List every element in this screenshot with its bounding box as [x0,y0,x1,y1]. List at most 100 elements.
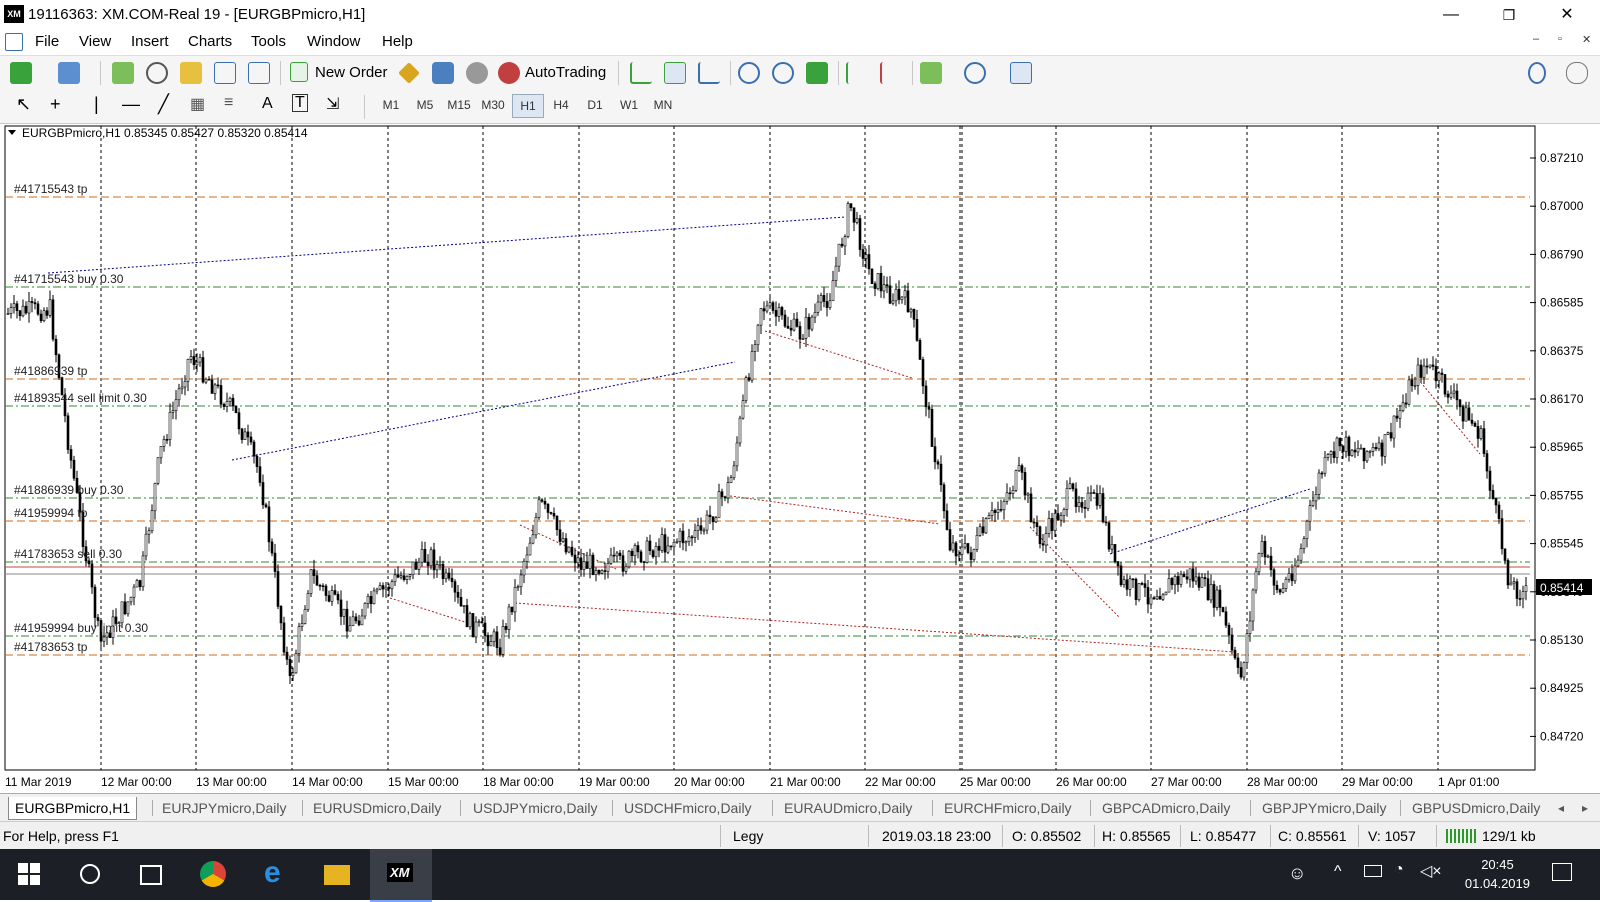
periods-icon[interactable] [964,62,986,84]
zoom-in-icon[interactable] [738,62,760,84]
tab-usdchfmicro-daily[interactable]: USDCHFmicro,Daily [624,797,752,819]
text-icon[interactable]: A [262,95,273,113]
candle-body [1458,399,1462,408]
candle-body [1434,366,1438,382]
candle-body [411,561,415,575]
edge-icon[interactable]: e [264,858,290,888]
arrows-icon[interactable]: ⇲ [326,94,339,114]
timeframe-h1[interactable]: H1 [512,94,544,118]
price-chart[interactable]: 0.87210 0.87000 0.86790 0.86585 0.86375 0.861… [0,124,1600,792]
data-window-icon[interactable] [146,62,168,84]
candle-body [882,284,886,292]
tab-scroll-right-icon[interactable]: ▸ [1582,797,1588,819]
menu-file[interactable]: File [35,33,59,50]
candle-body [1311,500,1315,506]
autotrading-button[interactable]: AutoTrading [525,64,606,81]
profiles-icon[interactable] [58,62,80,84]
candlestick-icon[interactable] [664,62,686,84]
new-order-button[interactable]: New Order [315,64,388,81]
timeframe-m30[interactable]: M30 [478,98,508,112]
candle-body [777,307,781,317]
cursor-icon[interactable]: ↖ [16,94,31,115]
chart-shift-icon[interactable] [880,62,902,84]
navigator-icon[interactable] [180,62,202,84]
market-watch-icon[interactable] [112,62,134,84]
templates-icon[interactable] [1010,62,1032,84]
menu-charts[interactable]: Charts [188,33,232,50]
candle-body [867,254,871,270]
tab-gbpusdmicro-daily[interactable]: GBPUSDmicro,Daily [1412,797,1540,819]
timeframe-m5[interactable]: M5 [410,98,440,112]
vertical-line-icon[interactable]: | [94,94,99,115]
mdi-close-button[interactable]: ✕ [1582,33,1591,46]
task-view-icon[interactable] [140,865,162,885]
candle-body [1251,589,1255,622]
candle-body [1521,591,1525,600]
tab-eurchfmicro-daily[interactable]: EURCHFmicro,Daily [944,797,1072,819]
horizontal-line-icon[interactable]: — [122,94,140,115]
terminal-icon[interactable] [214,62,236,84]
tile-windows-icon[interactable] [806,62,828,84]
volume-icon[interactable]: ◁× [1420,861,1442,881]
channels-icon[interactable]: ▦ [190,94,205,114]
chart-window-icon[interactable] [5,33,23,51]
price-tick-label: 0.86170 [1540,392,1584,406]
close-button[interactable]: ✕ [1544,0,1590,30]
new-order-icon[interactable] [290,62,308,82]
chat-icon[interactable] [1566,62,1588,84]
menu-insert[interactable]: Insert [131,33,169,50]
bar-chart-icon[interactable] [630,62,652,84]
zoom-out-icon[interactable] [772,62,794,84]
tab-gbpjpymicro-daily[interactable]: GBPJPYmicro,Daily [1262,797,1386,819]
tab-gbpcadmicro-daily[interactable]: GBPCADmicro,Daily [1102,797,1230,819]
file-explorer-icon[interactable] [324,865,350,885]
menu-window[interactable]: Window [307,33,360,50]
menu-view[interactable]: View [79,33,111,50]
notifications-icon[interactable] [1552,863,1572,881]
tab-euraudmicro-daily[interactable]: EURAUDmicro,Daily [784,797,912,819]
line-chart-icon[interactable] [698,62,720,84]
tab-usdjpymicro-daily[interactable]: USDJPYmicro,Daily [473,797,597,819]
timeframe-w1[interactable]: W1 [614,98,644,112]
auto-scroll-icon[interactable] [846,62,868,84]
autotrading-icon[interactable] [498,62,520,84]
taskbar-clock[interactable]: 20:45 01.04.2019 [1465,855,1530,893]
mdi-restore-button[interactable]: ▫ [1558,33,1562,45]
tab-eurjpymicro-daily[interactable]: EURJPYmicro,Daily [162,797,286,819]
tab-eurgbpmicro-h1[interactable]: EURGBPmicro,H1 [8,797,138,820]
new-chart-icon[interactable] [10,62,32,84]
timeframe-m15[interactable]: M15 [444,98,474,112]
strategy-tester-icon[interactable] [248,62,270,84]
signals-icon[interactable] [432,62,454,84]
indicators-icon[interactable] [920,62,942,84]
candle-body [759,308,763,326]
metaeditor-icon[interactable] [398,62,420,84]
wifi-icon[interactable]: ◔ [1394,861,1404,879]
search-icon[interactable] [80,864,100,884]
chevron-up-icon[interactable]: ^ [1334,863,1342,881]
timeframe-h4[interactable]: H4 [546,98,576,112]
maximize-button[interactable]: ❐ [1486,0,1532,30]
market-icon[interactable] [466,62,488,84]
xm-taskbar-button[interactable]: XM [370,849,432,902]
chrome-icon[interactable] [200,861,226,887]
tab-eurusdmicro-daily[interactable]: EURUSDmicro,Daily [313,797,441,819]
timeframe-d1[interactable]: D1 [580,98,610,112]
trendline-icon[interactable]: ╱ [158,94,169,115]
mdi-minimize-button[interactable]: – [1533,33,1539,45]
candle-body [1479,428,1483,439]
timeframe-mn[interactable]: MN [648,98,678,112]
people-icon[interactable]: ☺ [1288,863,1306,884]
minimize-button[interactable]: — [1428,0,1474,30]
crosshair-icon[interactable]: + [50,94,61,115]
timeframe-m1[interactable]: M1 [376,98,406,112]
search-icon[interactable] [1528,62,1546,84]
text-label-icon[interactable]: T [292,94,308,112]
chart-area[interactable]: 0.87210 0.87000 0.86790 0.86585 0.86375 0.861… [0,124,1600,792]
menu-tools[interactable]: Tools [251,33,286,50]
candle-body [366,595,370,604]
fibonacci-icon[interactable]: ≡ [224,94,233,112]
tab-scroll-left-icon[interactable]: ◂ [1558,797,1564,819]
menu-help[interactable]: Help [382,33,413,50]
windows-start-icon[interactable] [18,863,40,885]
